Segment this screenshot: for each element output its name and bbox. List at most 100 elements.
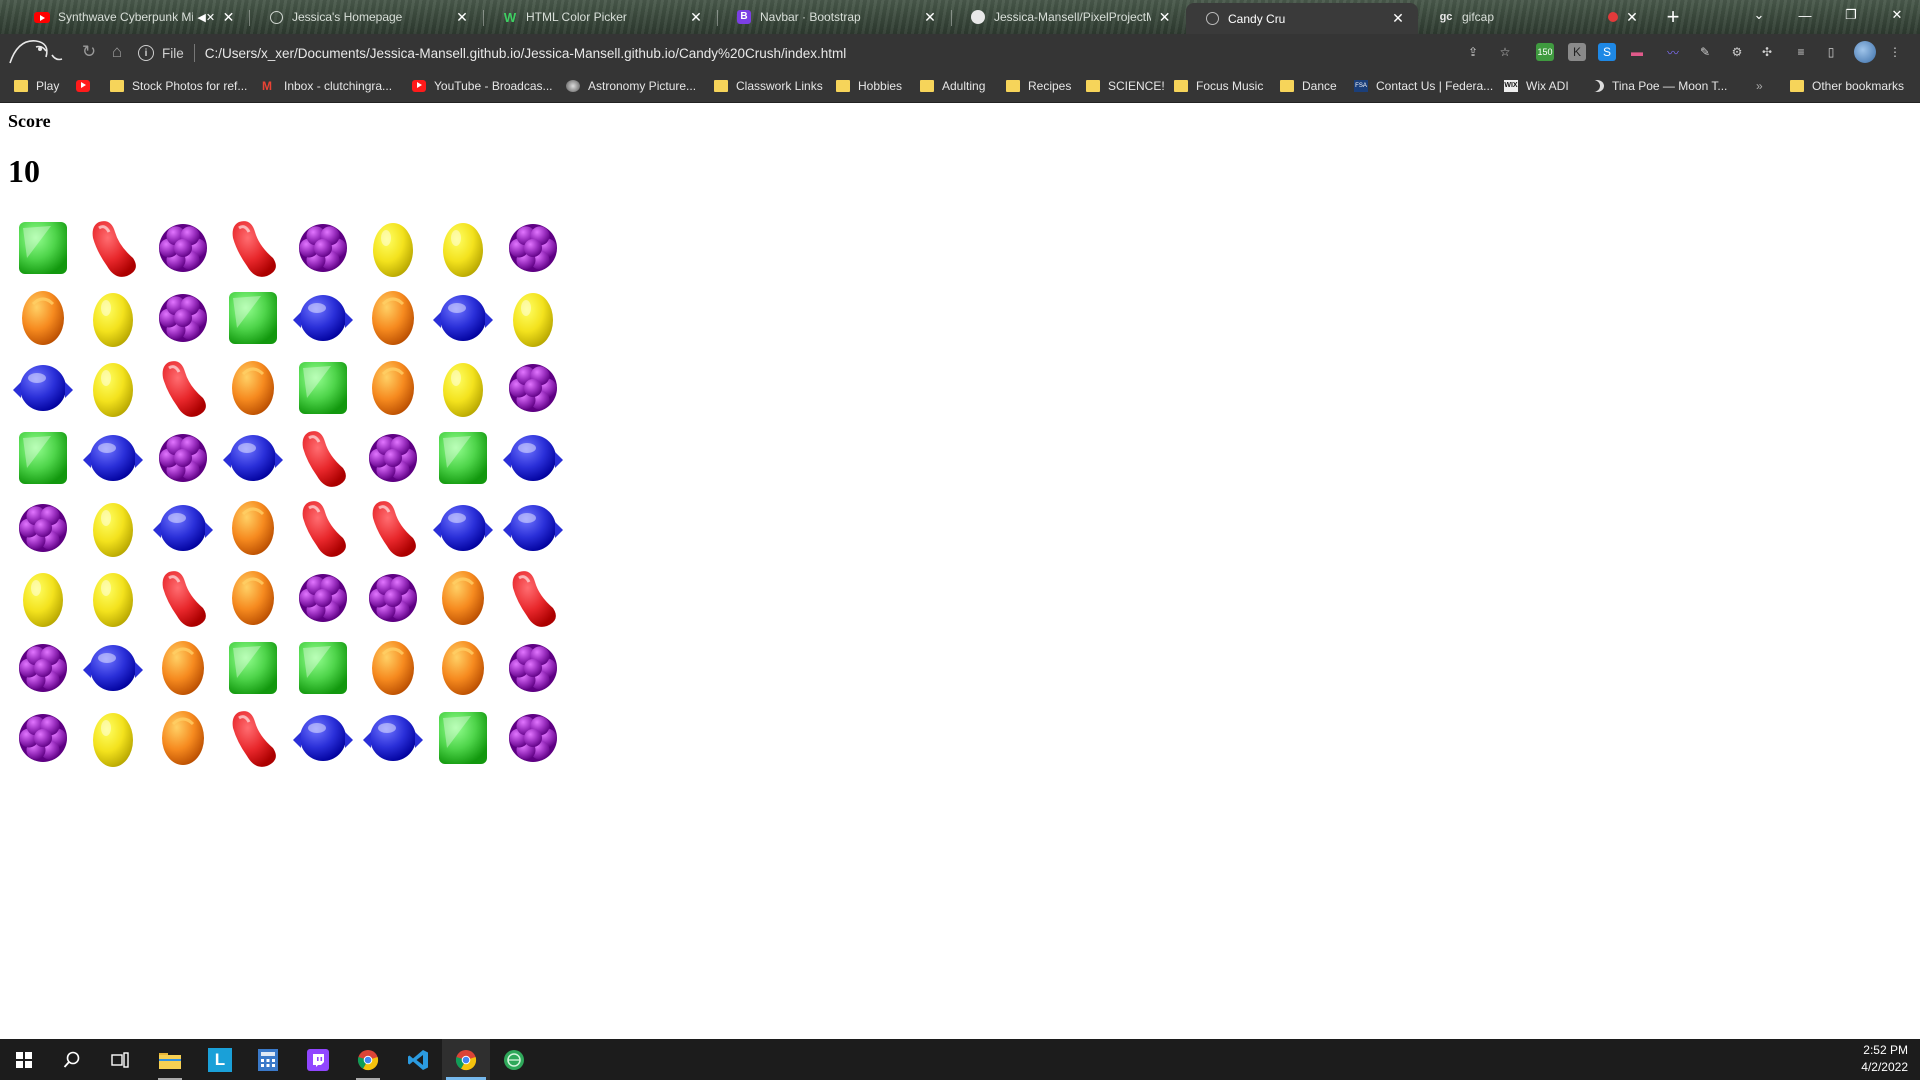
candy-purple-r2-c3[interactable] <box>148 283 218 353</box>
candy-green-r2-c4[interactable] <box>218 283 288 353</box>
extension-gear-icon[interactable]: ⚙ <box>1728 43 1746 61</box>
candy-purple-r3-c8[interactable] <box>498 353 568 423</box>
bookmark-astronomy[interactable]: Astronomy Picture... <box>566 70 696 102</box>
extension-wave-icon[interactable]: 〰 <box>1664 43 1682 61</box>
candy-purple-r6-c5[interactable] <box>288 563 358 633</box>
candy-orange-r2-c1[interactable] <box>8 283 78 353</box>
bookmark-youtube[interactable] <box>76 70 98 102</box>
tab-candy-crush[interactable]: Candy Cru ✕ <box>1186 3 1418 34</box>
candy-yellow-r5-c2[interactable] <box>78 493 148 563</box>
bookmark-recipes[interactable]: Recipes <box>1006 70 1071 102</box>
tab-synthwave[interactable]: Synthwave Cyberpunk Mixt ◀✕ ✕ <box>16 0 248 34</box>
candy-yellow-r8-c2[interactable] <box>78 703 148 773</box>
close-icon[interactable]: ✕ <box>688 9 704 26</box>
tab-github[interactable]: Jessica-Mansell/PixelProjectMa ✕ <box>952 0 1184 34</box>
candy-purple-r4-c3[interactable] <box>148 423 218 493</box>
info-icon[interactable]: i <box>138 45 154 61</box>
candy-yellow-r1-c7[interactable] <box>428 213 498 283</box>
bookmark-stock-photos[interactable]: Stock Photos for ref... <box>110 70 247 102</box>
close-window-button[interactable]: ✕ <box>1874 0 1920 30</box>
bookmark-classwork[interactable]: Classwork Links <box>714 70 823 102</box>
reload-icon[interactable]: ↻ <box>76 40 102 64</box>
candy-blue-r4-c4[interactable] <box>218 423 288 493</box>
search-button[interactable] <box>48 1039 96 1080</box>
close-icon[interactable]: ✕ <box>922 9 938 26</box>
tab-gifcap[interactable]: gc gifcap ✕ <box>1420 0 1652 34</box>
candy-green-r4-c1[interactable] <box>8 423 78 493</box>
candy-orange-r7-c3[interactable] <box>148 633 218 703</box>
candy-purple-r7-c8[interactable] <box>498 633 568 703</box>
candy-blue-r4-c2[interactable] <box>78 423 148 493</box>
bookmark-youtube-broadcast[interactable]: YouTube - Broadcas... <box>412 70 553 102</box>
candy-red-r4-c5[interactable] <box>288 423 358 493</box>
twitch-button[interactable] <box>294 1039 342 1080</box>
candy-blue-r2-c5[interactable] <box>288 283 358 353</box>
candy-yellow-r6-c1[interactable] <box>8 563 78 633</box>
candy-red-r5-c5[interactable] <box>288 493 358 563</box>
candy-purple-r4-c6[interactable] <box>358 423 428 493</box>
close-icon[interactable]: ✕ <box>1157 9 1172 26</box>
file-explorer-button[interactable] <box>146 1039 194 1080</box>
reading-list-icon[interactable]: ≡ <box>1792 43 1810 61</box>
tab-search-button[interactable]: ⌄ <box>1736 0 1782 30</box>
candy-purple-r6-c6[interactable] <box>358 563 428 633</box>
candy-orange-r7-c6[interactable] <box>358 633 428 703</box>
candy-blue-r5-c7[interactable] <box>428 493 498 563</box>
bookmark-tina-poe[interactable]: Tina Poe — Moon T... <box>1590 70 1727 102</box>
close-icon[interactable]: ✕ <box>454 9 470 26</box>
candy-yellow-r3-c2[interactable] <box>78 353 148 423</box>
candy-yellow-r6-c2[interactable] <box>78 563 148 633</box>
bookmark-science[interactable]: SCIENCE! <box>1086 70 1165 102</box>
bookmark-inbox[interactable]: M Inbox - clutchingra... <box>262 70 392 102</box>
bookmark-wix-adi[interactable]: WIX Wix ADI <box>1504 70 1569 102</box>
close-icon[interactable]: ✕ <box>221 9 236 26</box>
bookmark-adulting[interactable]: Adulting <box>920 70 985 102</box>
calculator-button[interactable] <box>244 1039 292 1080</box>
candy-orange-r2-c6[interactable] <box>358 283 428 353</box>
candy-orange-r6-c7[interactable] <box>428 563 498 633</box>
candy-red-r8-c4[interactable] <box>218 703 288 773</box>
tab-homepage[interactable]: Jessica's Homepage ✕ <box>250 0 482 34</box>
system-clock[interactable]: 2:52 PM 4/2/2022 <box>1828 1042 1908 1076</box>
extension-k-icon[interactable]: K <box>1568 43 1586 61</box>
candy-red-r1-c4[interactable] <box>218 213 288 283</box>
candy-green-r4-c7[interactable] <box>428 423 498 493</box>
url-text[interactable]: C:/Users/x_xer/Documents/Jessica-Mansell… <box>205 46 847 61</box>
candy-orange-r3-c6[interactable] <box>358 353 428 423</box>
candy-yellow-r1-c6[interactable] <box>358 213 428 283</box>
candy-yellow-r2-c2[interactable] <box>78 283 148 353</box>
candy-red-r5-c6[interactable] <box>358 493 428 563</box>
extension-edit-icon[interactable]: ✎ <box>1696 43 1714 61</box>
address-bar[interactable]: i File C:/Users/x_xer/Documents/Jessica-… <box>138 40 1458 66</box>
candy-blue-r8-c6[interactable] <box>358 703 428 773</box>
minimize-button[interactable]: — <box>1782 0 1828 30</box>
extensions-puzzle-icon[interactable]: ✣ <box>1758 43 1776 61</box>
profile-avatar-icon[interactable] <box>1854 41 1876 63</box>
candy-blue-r8-c5[interactable] <box>288 703 358 773</box>
bookmark-contact-us[interactable]: FSA Contact Us | Federa... <box>1354 70 1493 102</box>
task-view-button[interactable] <box>96 1039 144 1080</box>
candy-orange-r5-c4[interactable] <box>218 493 288 563</box>
bookmark-dance[interactable]: Dance <box>1280 70 1337 102</box>
candy-purple-r8-c8[interactable] <box>498 703 568 773</box>
candy-green-r1-c1[interactable] <box>8 213 78 283</box>
chrome-button-2[interactable] <box>442 1039 490 1080</box>
candy-green-r7-c5[interactable] <box>288 633 358 703</box>
candy-blue-r5-c8[interactable] <box>498 493 568 563</box>
candy-purple-r1-c5[interactable] <box>288 213 358 283</box>
candy-green-r8-c7[interactable] <box>428 703 498 773</box>
candy-orange-r3-c4[interactable] <box>218 353 288 423</box>
candy-blue-r5-c3[interactable] <box>148 493 218 563</box>
tab-color-picker[interactable]: W HTML Color Picker ✕ <box>484 0 716 34</box>
extension-flag-icon[interactable]: ▬ <box>1628 43 1646 61</box>
candy-blue-r2-c7[interactable] <box>428 283 498 353</box>
extension-s-icon[interactable]: S <box>1598 43 1616 61</box>
candy-red-r3-c3[interactable] <box>148 353 218 423</box>
bookmark-hobbies[interactable]: Hobbies <box>836 70 902 102</box>
candy-red-r6-c3[interactable] <box>148 563 218 633</box>
candy-purple-r7-c1[interactable] <box>8 633 78 703</box>
bookmark-focus-music[interactable]: Focus Music <box>1174 70 1263 102</box>
share-icon[interactable]: ⇪ <box>1464 43 1482 61</box>
app-green-button[interactable] <box>490 1039 538 1080</box>
new-tab-button[interactable]: + <box>1660 6 1686 30</box>
